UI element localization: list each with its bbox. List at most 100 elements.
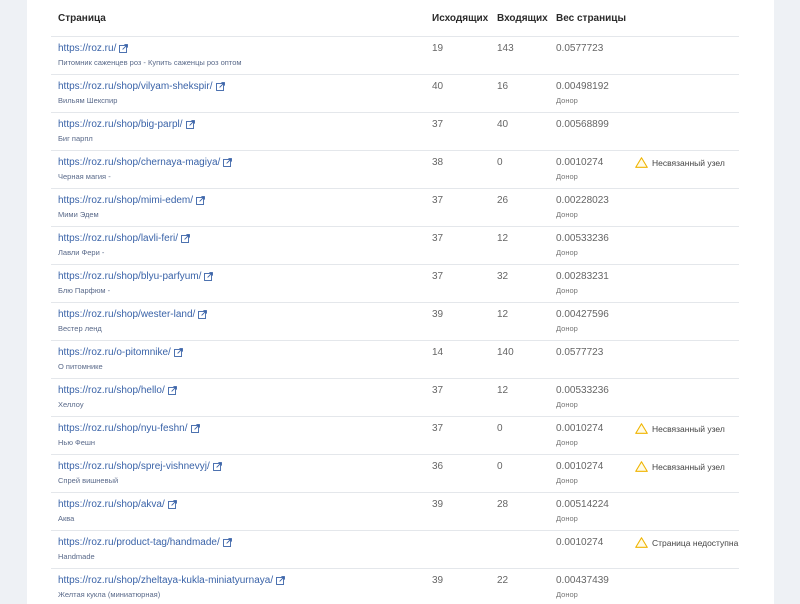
page-url[interactable]: https://roz.ru/shop/blyu-parfyum/ [58, 271, 201, 282]
page-url[interactable]: https://roz.ru/shop/big-parpl/ [58, 119, 183, 130]
page-link[interactable]: https://roz.ru/shop/blyu-parfyum/ [58, 271, 214, 282]
page-url[interactable]: https://roz.ru/ [58, 43, 116, 54]
external-link-icon[interactable] [119, 44, 129, 53]
cell-weight: 0.0577723 [549, 340, 628, 379]
warning-text: Страница недоступна [652, 537, 739, 548]
weight-value: 0.0010274 [556, 537, 604, 548]
header-outgoing[interactable]: Исходящих [425, 0, 490, 37]
cell-status [628, 568, 739, 604]
cell-outgoing: 36 [425, 454, 490, 493]
cell-incoming: 143 [490, 36, 549, 75]
page-url[interactable]: https://roz.ru/shop/wester-land/ [58, 309, 195, 320]
page-url[interactable]: https://roz.ru/shop/akva/ [58, 499, 165, 510]
cell-status [628, 264, 739, 303]
cell-status: Страница недоступна [628, 530, 739, 569]
cell-outgoing: 37 [425, 112, 490, 151]
cell-incoming: 28 [490, 492, 549, 531]
cell-incoming: 140 [490, 340, 549, 379]
cell-weight: 0.0010274 Донор [549, 416, 628, 455]
pages-table: Страница Исходящих Входящих Вес страницы… [51, 0, 739, 604]
cell-outgoing: 39 [425, 302, 490, 341]
external-link-icon[interactable] [222, 538, 232, 547]
page-url[interactable]: https://roz.ru/product-tag/handmade/ [58, 537, 220, 548]
warning-triangle-icon [635, 537, 652, 548]
page-link[interactable]: https://roz.ru/o-pitomnike/ [58, 347, 183, 358]
external-link-icon[interactable] [167, 500, 177, 509]
page-link[interactable]: https://roz.ru/shop/sprej-vishnevyj/ [58, 461, 222, 472]
external-link-icon[interactable] [204, 272, 214, 281]
table-row: https://roz.ru/shop/vilyam-shekspir/Виль… [51, 74, 739, 113]
page-link[interactable]: https://roz.ru/shop/chernaya-magiya/ [58, 157, 233, 168]
cell-weight: 0.00283231 Донор [549, 264, 628, 303]
cell-page: https://roz.ru/shop/lavli-feri/Лавли Фер… [51, 226, 425, 265]
cell-weight: 0.0577723 [549, 36, 628, 75]
page-link[interactable]: https://roz.ru/shop/hello/ [58, 385, 177, 396]
page-link[interactable]: https://roz.ru/shop/vilyam-shekspir/ [58, 81, 225, 92]
external-link-icon[interactable] [185, 120, 195, 129]
page-url[interactable]: https://roz.ru/shop/nyu-feshn/ [58, 423, 188, 434]
header-incoming[interactable]: Входящих [490, 0, 549, 37]
page-link[interactable]: https://roz.ru/shop/mimi-edem/ [58, 195, 205, 206]
page-link[interactable]: https://roz.ru/shop/wester-land/ [58, 309, 208, 320]
cell-incoming: 12 [490, 302, 549, 341]
cell-incoming: 40 [490, 112, 549, 151]
weight-value: 0.00533236 [556, 233, 609, 244]
external-link-icon[interactable] [223, 158, 233, 167]
cell-status [628, 112, 739, 151]
page-link[interactable]: https://roz.ru/shop/zheltaya-kukla-minia… [58, 575, 286, 586]
warning-text: Несвязанный узел [652, 461, 725, 472]
external-link-icon[interactable] [181, 234, 190, 243]
table-row: https://roz.ru/shop/blyu-parfyum/Блю Пар… [51, 264, 739, 303]
page-url[interactable]: https://roz.ru/shop/hello/ [58, 385, 165, 396]
cell-weight: 0.00533236 Донор [549, 378, 628, 417]
weight-value: 0.00228023 [556, 195, 609, 206]
external-link-icon[interactable] [173, 348, 183, 357]
cell-page: https://roz.ru/product-tag/handmade/Hand… [51, 530, 425, 569]
cell-page: https://roz.ru/shop/akva/Аква [51, 492, 425, 531]
cell-outgoing: 39 [425, 492, 490, 531]
cell-page: https://roz.ru/shop/zheltaya-kukla-minia… [51, 568, 425, 604]
weight-value: 0.00427596 [556, 309, 609, 320]
cell-status [628, 36, 739, 75]
header-weight[interactable]: Вес страницы [549, 0, 628, 37]
page-link[interactable]: https://roz.ru/ [58, 43, 129, 54]
page-url[interactable]: https://roz.ru/shop/zheltaya-kukla-minia… [58, 575, 273, 586]
header-page[interactable]: Страница [51, 0, 425, 37]
cell-outgoing: 37 [425, 378, 490, 417]
external-link-icon[interactable] [167, 386, 177, 395]
page-url[interactable]: https://roz.ru/shop/chernaya-magiya/ [58, 157, 220, 168]
header-status [628, 0, 739, 37]
weight-note: Донор [556, 286, 578, 295]
external-link-icon[interactable] [190, 424, 200, 433]
cell-weight: 0.00568899 [549, 112, 628, 151]
page-url[interactable]: https://roz.ru/shop/sprej-vishnevyj/ [58, 461, 210, 472]
cell-incoming: 12 [490, 378, 549, 417]
page-link[interactable]: https://roz.ru/product-tag/handmade/ [58, 537, 232, 548]
page-url[interactable]: https://roz.ru/shop/vilyam-shekspir/ [58, 81, 213, 92]
external-link-icon[interactable] [276, 576, 286, 585]
weight-note: Донор [556, 248, 578, 257]
page-url[interactable]: https://roz.ru/shop/mimi-edem/ [58, 195, 193, 206]
cell-page: https://roz.ru/Питомник саженцев роз - К… [51, 36, 425, 75]
external-link-icon[interactable] [196, 196, 205, 205]
cell-outgoing: 14 [425, 340, 490, 379]
page-title: Мими Эдем [58, 210, 99, 219]
cell-weight: 0.00437439 Донор [549, 568, 628, 604]
cell-weight: 0.00427596 Донор [549, 302, 628, 341]
cell-status [628, 302, 739, 341]
page-url[interactable]: https://roz.ru/o-pitomnike/ [58, 347, 171, 358]
external-link-icon[interactable] [198, 310, 208, 319]
table-row: https://roz.ru/shop/hello/Хеллоу 37 12 0.00… [51, 378, 739, 417]
external-link-icon[interactable] [212, 462, 222, 471]
cell-incoming: 0 [490, 416, 549, 455]
page-link[interactable]: https://roz.ru/shop/lavli-feri/ [58, 233, 190, 244]
weight-value: 0.0577723 [556, 347, 604, 358]
weight-note: Донор [556, 210, 578, 219]
page-link[interactable]: https://roz.ru/shop/big-parpl/ [58, 119, 195, 130]
page-title: Аква [58, 514, 75, 523]
page-link[interactable]: https://roz.ru/shop/nyu-feshn/ [58, 423, 200, 434]
page-url[interactable]: https://roz.ru/shop/lavli-feri/ [58, 233, 178, 244]
external-link-icon[interactable] [215, 82, 225, 91]
page-link[interactable]: https://roz.ru/shop/akva/ [58, 499, 177, 510]
table-row: https://roz.ru/shop/lavli-feri/Лавли Фер… [51, 226, 739, 265]
